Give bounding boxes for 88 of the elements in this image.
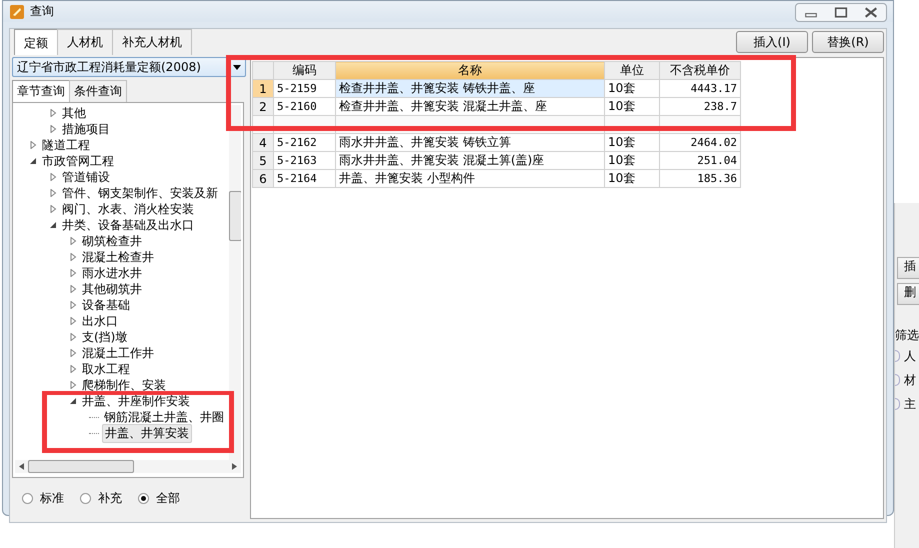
- tab[interactable]: 人材机: [57, 29, 113, 55]
- table-cell: 雨水井井盖、井篦安装 混凝土箅(盖)座: [336, 152, 604, 170]
- table-cell: 5-2162: [274, 134, 336, 152]
- tree-item[interactable]: 砌筑检查井: [80, 232, 144, 250]
- table-cell: 检查井井盖、井篦安装 铸铁井盖、座: [336, 80, 604, 98]
- tree-item[interactable]: 井类、设备基础及出水口: [60, 216, 196, 234]
- tree-item[interactable]: 雨水进水井: [80, 264, 144, 282]
- tree-item[interactable]: 设备基础: [80, 296, 132, 314]
- app-icon: [9, 4, 25, 20]
- table-cell: 10套: [604, 152, 660, 170]
- collapsed-arrow-icon[interactable]: [49, 189, 57, 197]
- radio-option[interactable]: 全部: [138, 490, 180, 507]
- row-number: 1: [252, 80, 274, 98]
- tree-item[interactable]: 阀门、水表、消火栓安装: [60, 200, 196, 218]
- scroll-left-icon[interactable]: [19, 463, 24, 470]
- tree-item[interactable]: 其他砌筑井: [80, 280, 144, 298]
- collapsed-arrow-icon[interactable]: [69, 365, 77, 373]
- row-number: 6: [252, 170, 274, 188]
- row-number: 5: [252, 152, 274, 170]
- column-header[interactable]: 名称: [336, 62, 604, 80]
- tree-item[interactable]: 措施项目: [60, 120, 112, 138]
- partial-radio-option[interactable]: 人: [895, 344, 919, 368]
- vertical-scrollbar[interactable]: [229, 105, 241, 460]
- table-cell: 5-2163: [274, 152, 336, 170]
- collapsed-arrow-icon[interactable]: [69, 253, 77, 261]
- tab[interactable]: 章节查询: [12, 80, 70, 102]
- collapsed-arrow-icon[interactable]: [69, 381, 77, 389]
- table-cell: 井盖、井篦安装 小型构件: [336, 170, 604, 188]
- tree-item[interactable]: 其他: [60, 105, 88, 122]
- table-cell: 10套: [604, 170, 660, 188]
- expanded-arrow-icon[interactable]: [69, 397, 77, 405]
- scroll-right-icon[interactable]: [232, 463, 237, 470]
- column-header[interactable]: 不含税单价: [660, 62, 740, 80]
- collapsed-arrow-icon[interactable]: [69, 285, 77, 293]
- collapsed-arrow-icon[interactable]: [69, 301, 77, 309]
- table-cell: 4443.17: [660, 80, 740, 98]
- collapsed-arrow-icon[interactable]: [69, 317, 77, 325]
- tree-item[interactable]: 市政管网工程: [40, 152, 116, 170]
- tree-item[interactable]: 混凝土检查井: [80, 248, 156, 266]
- library-dropdown[interactable]: 辽宁省市政工程消耗量定额(2008): [12, 57, 246, 77]
- partial-button[interactable]: 删: [897, 283, 919, 306]
- table-cell: 2464.02: [660, 134, 740, 152]
- table-cell: 185.36: [660, 170, 740, 188]
- column-header[interactable]: 单位: [604, 62, 660, 80]
- row-number: 4: [252, 134, 274, 152]
- collapsed-arrow-icon[interactable]: [69, 333, 77, 341]
- table-cell: 251.04: [660, 152, 740, 170]
- table-cell: 10套: [604, 134, 660, 152]
- partial-button[interactable]: 插: [897, 257, 919, 280]
- action-button[interactable]: 替换(R): [812, 31, 884, 53]
- expanded-arrow-icon[interactable]: [29, 157, 37, 165]
- collapsed-arrow-icon[interactable]: [69, 269, 77, 277]
- action-button[interactable]: 插入(I): [736, 31, 808, 53]
- tree-item[interactable]: 隧道工程: [40, 136, 92, 154]
- tree-item[interactable]: 出水口: [80, 312, 120, 330]
- tree-item[interactable]: 支(挡)墩: [80, 328, 130, 346]
- partial-label: 筛选: [895, 327, 919, 344]
- table-cell: 雨水井井盖、井篦安装 铸铁立箅: [336, 134, 604, 152]
- dropdown-arrow-icon: [233, 64, 241, 70]
- tree-item[interactable]: 钢筋混凝土井盖、井圈: [102, 408, 226, 426]
- tree-item[interactable]: 井盖、井箅安装: [102, 424, 192, 442]
- collapsed-arrow-icon[interactable]: [49, 173, 57, 181]
- tab[interactable]: 定额: [14, 29, 58, 55]
- table-cell: 10套: [604, 80, 660, 98]
- expanded-arrow-icon[interactable]: [49, 221, 57, 229]
- tree-item[interactable]: 取水工程: [80, 360, 132, 378]
- tree-item[interactable]: 爬梯制作、安装: [80, 376, 168, 394]
- collapsed-arrow-icon[interactable]: [49, 205, 57, 213]
- tree-item[interactable]: 管道铺设: [60, 168, 112, 186]
- table-cell: 5-2164: [274, 170, 336, 188]
- collapsed-arrow-icon[interactable]: [69, 349, 77, 357]
- collapsed-arrow-icon[interactable]: [49, 125, 57, 133]
- radio-option[interactable]: 补充: [80, 490, 122, 507]
- collapsed-arrow-icon[interactable]: [29, 141, 37, 149]
- tree-item[interactable]: 井盖、井座制作安装: [80, 392, 192, 410]
- collapsed-arrow-icon[interactable]: [69, 237, 77, 245]
- horizontal-scrollbar[interactable]: [15, 460, 241, 473]
- window-title: 查询: [30, 3, 54, 20]
- tree-item[interactable]: 混凝土工作井: [80, 344, 156, 362]
- partial-radio-option[interactable]: 主: [895, 392, 919, 416]
- tree-item[interactable]: 管件、钢支架制作、安装及新: [60, 184, 220, 202]
- row-number: 2: [252, 98, 274, 116]
- collapsed-arrow-icon[interactable]: [49, 109, 57, 117]
- column-header[interactable]: 编码: [274, 62, 336, 80]
- radio-option[interactable]: 标准: [22, 490, 64, 507]
- tab[interactable]: 补充人材机: [112, 29, 192, 55]
- partial-radio-option[interactable]: 材: [895, 368, 919, 392]
- tab[interactable]: 条件查询: [69, 80, 127, 102]
